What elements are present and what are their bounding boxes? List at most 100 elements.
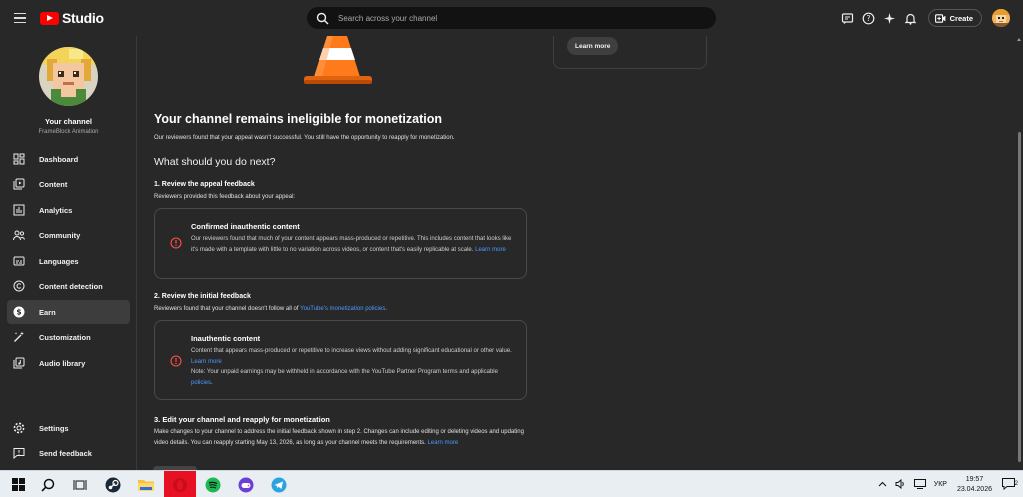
step2-desc-end: . [385,306,387,312]
sidebar-item-label: Earn [39,307,56,317]
learn-more-button[interactable]: Learn more [567,37,619,55]
svg-text:?: ? [867,14,871,23]
sidebar-item-label: Content detection [39,281,103,291]
page-title: Your channel remains ineligible for mone… [154,112,443,126]
spotify-icon[interactable] [197,471,229,497]
keyboard-language[interactable]: УКР [934,481,947,488]
messages-icon[interactable] [841,11,855,25]
gear-icon [13,422,25,434]
scroll-thumb[interactable] [1018,132,1021,462]
sidebar-item-audio-library[interactable]: Audio library [7,351,130,375]
notifications-icon[interactable] [904,11,918,25]
appeal-feedback-card: Confirmed inauthentic content Our review… [154,208,527,279]
network-icon[interactable] [913,478,926,491]
scroll-up-arrow[interactable] [1017,38,1021,41]
create-button[interactable]: Create [927,9,982,27]
initial-feedback-text: Content that appears mass-produced or re… [191,348,512,354]
clock[interactable]: 19:57 23.04.2026 [957,475,992,495]
sparkle-icon[interactable] [883,11,897,25]
task-view-icon[interactable] [64,471,96,497]
channel-name: FrameBlock Animation [38,129,99,135]
sidebar-item-label: Analytics [39,205,73,215]
earn-icon: $ [13,306,25,318]
sidebar-item-languages[interactable]: Languages [7,249,130,273]
clock-date: 23.04.2026 [956,485,992,493]
sidebar-item-settings[interactable]: Settings [7,416,130,440]
taskbar-search-icon[interactable] [32,471,64,497]
dashboard-icon [13,153,25,165]
help-icon[interactable]: ? [862,11,876,25]
step2-title: 2. Review the initial feedback [154,293,251,300]
app-window: Studio ? Create [0,0,1023,497]
step1-description: Reviewers provided this feedback about y… [154,194,296,200]
community-icon [13,229,25,241]
step2-desc-text: Reviewers found that your channel doesn'… [154,306,299,312]
file-explorer-icon[interactable] [130,471,162,497]
sidebar-item-content[interactable]: Content [7,172,130,196]
next-steps-heading: What should you do next? [154,156,276,168]
sidebar-item-earn[interactable]: $ Earn [7,300,130,324]
languages-icon [13,255,25,267]
menu-icon[interactable] [11,9,29,27]
info-card: Learn more [553,36,707,69]
step1-title: 1. Review the appeal feedback [154,181,255,188]
account-avatar[interactable] [992,9,1010,27]
sidebar-item-customization[interactable]: Customization [7,325,130,349]
notification-count: 2 [1014,480,1018,487]
sidebar-item-community[interactable]: Community [7,223,130,247]
opera-browser-icon[interactable] [164,471,196,497]
initial-feedback-title: Inauthentic content [191,334,261,343]
system-tray: УКР 19:57 23.04.2026 2 [874,471,1023,497]
sidebar-item-label: Dashboard [39,154,79,164]
create-label: Create [949,13,973,23]
appeal-feedback-title: Confirmed inauthentic content [191,222,300,231]
learn-more-link[interactable]: Learn more [191,359,222,365]
show-hidden-icons-icon[interactable] [878,481,887,489]
studio-logo[interactable]: Studio [40,10,104,26]
steam-icon[interactable] [97,471,129,497]
notification-center-icon[interactable]: 2 [1002,477,1018,492]
initial-feedback-note: Note: Your unpaid earnings may be withhe… [191,369,498,375]
youtube-logo-icon [40,11,59,25]
sidebar-item-label: Content [39,179,68,189]
clock-time: 19:57 [965,475,984,483]
windows-taskbar: УКР 19:57 23.04.2026 2 [0,470,1023,497]
copyright-icon [13,280,25,292]
search-bar[interactable] [307,7,716,29]
telegram-icon[interactable] [263,471,295,497]
sidebar-item-label: Send feedback [39,448,92,458]
appeal-feedback-body: Our reviewers found that much of your co… [191,234,516,255]
channel-avatar[interactable] [39,47,98,106]
policies-link[interactable]: policies [191,380,211,386]
learn-more-link[interactable]: Learn more [428,440,459,446]
top-header: Studio ? Create [0,0,1023,36]
volume-icon[interactable] [895,478,906,491]
step3-text: Make changes to your channel to address … [154,429,524,446]
sidebar-item-analytics[interactable]: Analytics [7,198,130,222]
svg-text:$: $ [16,308,21,317]
content-icon [13,178,25,190]
scrollbar[interactable] [1015,36,1023,470]
main-content: Learn more Your channel remains ineligib… [137,36,1015,470]
search-input[interactable] [338,13,716,23]
monetization-policies-link[interactable]: YouTube's monetization policies [300,306,385,312]
initial-feedback-body: Content that appears mass-produced or re… [191,346,516,388]
audio-library-icon [13,357,25,369]
page-subtitle: Our reviewers found that your appeal was… [154,135,455,141]
sidebar-item-content-detection[interactable]: Content detection [7,274,130,298]
windows-start-icon[interactable] [2,471,34,497]
sidebar-item-label: Audio library [39,358,86,368]
logo-text: Studio [62,10,104,26]
sidebar-item-label: Community [39,230,81,240]
initial-feedback-card: Inauthentic content Content that appears… [154,320,527,400]
customization-icon [13,331,25,343]
sidebar-item-send-feedback[interactable]: Send feedback [7,441,130,465]
header-actions: ? Create [834,0,1023,36]
search-icon [316,12,329,25]
analytics-icon [13,204,25,216]
error-icon [170,237,182,249]
step3-title: 3. Edit your channel and reapply for mon… [154,415,330,424]
sidebar-item-dashboard[interactable]: Dashboard [7,147,130,171]
learn-more-link[interactable]: Learn more [475,247,506,253]
game-app-icon[interactable] [230,471,262,497]
